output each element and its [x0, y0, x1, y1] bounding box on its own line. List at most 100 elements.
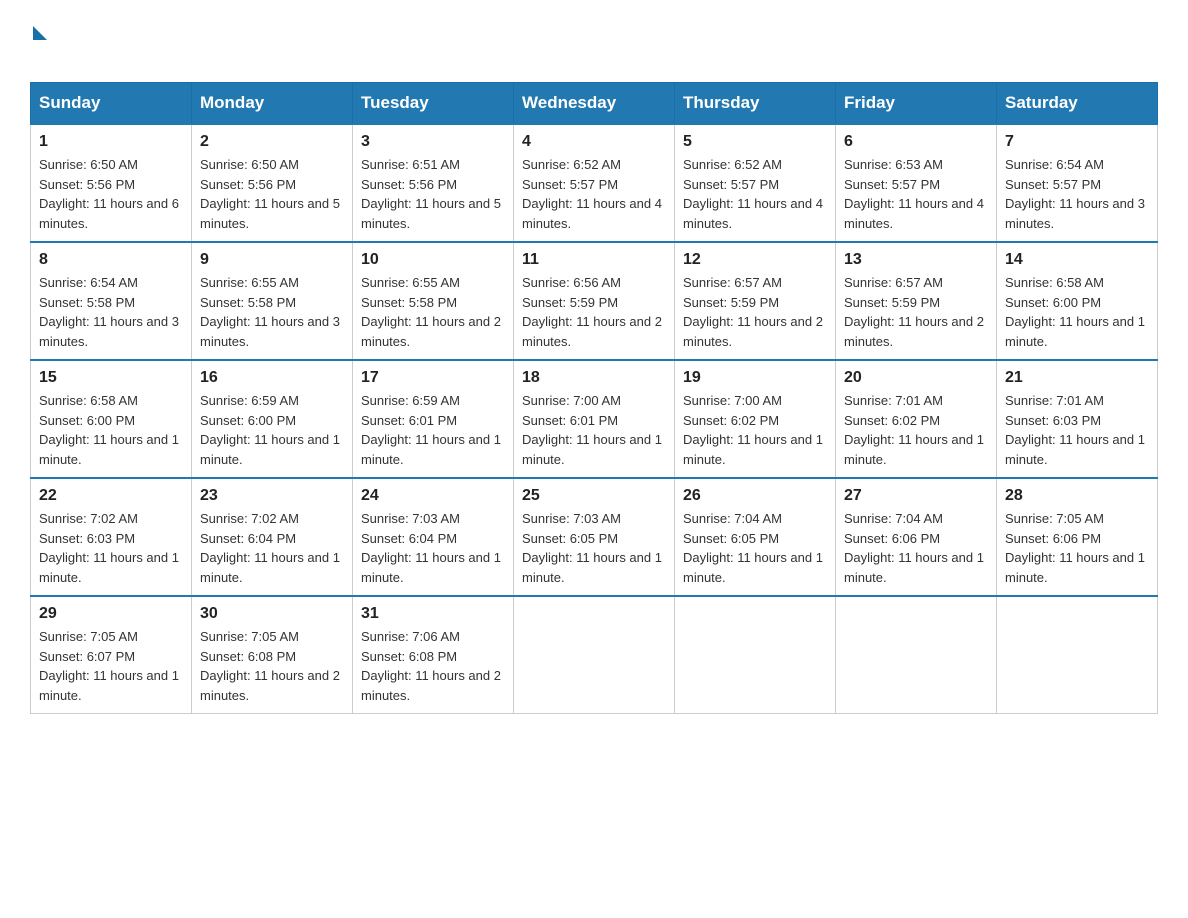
calendar-cell: 30 Sunrise: 7:05 AMSunset: 6:08 PMDaylig…: [192, 596, 353, 714]
day-header-tuesday: Tuesday: [353, 83, 514, 125]
day-info: Sunrise: 6:52 AMSunset: 5:57 PMDaylight:…: [683, 157, 823, 231]
day-header-saturday: Saturday: [997, 83, 1158, 125]
calendar-week-row: 22 Sunrise: 7:02 AMSunset: 6:03 PMDaylig…: [31, 478, 1158, 596]
calendar-cell: 8 Sunrise: 6:54 AMSunset: 5:58 PMDayligh…: [31, 242, 192, 360]
calendar-cell: 28 Sunrise: 7:05 AMSunset: 6:06 PMDaylig…: [997, 478, 1158, 596]
calendar-cell: [997, 596, 1158, 714]
calendar-cell: 9 Sunrise: 6:55 AMSunset: 5:58 PMDayligh…: [192, 242, 353, 360]
calendar-cell: 25 Sunrise: 7:03 AMSunset: 6:05 PMDaylig…: [514, 478, 675, 596]
calendar-cell: [675, 596, 836, 714]
day-info: Sunrise: 6:50 AMSunset: 5:56 PMDaylight:…: [200, 157, 340, 231]
day-number: 4: [522, 133, 666, 151]
calendar-header-row: SundayMondayTuesdayWednesdayThursdayFrid…: [31, 83, 1158, 125]
day-info: Sunrise: 7:01 AMSunset: 6:03 PMDaylight:…: [1005, 393, 1145, 467]
day-number: 29: [39, 605, 183, 623]
calendar-week-row: 1 Sunrise: 6:50 AMSunset: 5:56 PMDayligh…: [31, 124, 1158, 242]
day-info: Sunrise: 6:55 AMSunset: 5:58 PMDaylight:…: [200, 275, 340, 349]
day-number: 21: [1005, 369, 1149, 387]
day-number: 17: [361, 369, 505, 387]
day-number: 28: [1005, 487, 1149, 505]
calendar-cell: 6 Sunrise: 6:53 AMSunset: 5:57 PMDayligh…: [836, 124, 997, 242]
day-number: 8: [39, 251, 183, 269]
day-info: Sunrise: 7:02 AMSunset: 6:04 PMDaylight:…: [200, 511, 340, 585]
day-info: Sunrise: 7:01 AMSunset: 6:02 PMDaylight:…: [844, 393, 984, 467]
day-number: 16: [200, 369, 344, 387]
calendar-table: SundayMondayTuesdayWednesdayThursdayFrid…: [30, 82, 1158, 714]
calendar-cell: 23 Sunrise: 7:02 AMSunset: 6:04 PMDaylig…: [192, 478, 353, 596]
calendar-week-row: 15 Sunrise: 6:58 AMSunset: 6:00 PMDaylig…: [31, 360, 1158, 478]
day-info: Sunrise: 6:57 AMSunset: 5:59 PMDaylight:…: [844, 275, 984, 349]
calendar-cell: 18 Sunrise: 7:00 AMSunset: 6:01 PMDaylig…: [514, 360, 675, 478]
day-number: 10: [361, 251, 505, 269]
day-number: 30: [200, 605, 344, 623]
day-number: 31: [361, 605, 505, 623]
day-header-sunday: Sunday: [31, 83, 192, 125]
calendar-cell: 4 Sunrise: 6:52 AMSunset: 5:57 PMDayligh…: [514, 124, 675, 242]
day-number: 27: [844, 487, 988, 505]
day-info: Sunrise: 6:57 AMSunset: 5:59 PMDaylight:…: [683, 275, 823, 349]
calendar-cell: [514, 596, 675, 714]
day-info: Sunrise: 7:05 AMSunset: 6:08 PMDaylight:…: [200, 629, 340, 703]
calendar-cell: 7 Sunrise: 6:54 AMSunset: 5:57 PMDayligh…: [997, 124, 1158, 242]
day-number: 6: [844, 133, 988, 151]
day-number: 12: [683, 251, 827, 269]
day-info: Sunrise: 6:54 AMSunset: 5:57 PMDaylight:…: [1005, 157, 1145, 231]
calendar-cell: 10 Sunrise: 6:55 AMSunset: 5:58 PMDaylig…: [353, 242, 514, 360]
day-number: 22: [39, 487, 183, 505]
day-header-monday: Monday: [192, 83, 353, 125]
calendar-cell: 16 Sunrise: 6:59 AMSunset: 6:00 PMDaylig…: [192, 360, 353, 478]
day-info: Sunrise: 7:00 AMSunset: 6:02 PMDaylight:…: [683, 393, 823, 467]
calendar-cell: 2 Sunrise: 6:50 AMSunset: 5:56 PMDayligh…: [192, 124, 353, 242]
day-header-friday: Friday: [836, 83, 997, 125]
day-number: 25: [522, 487, 666, 505]
calendar-cell: 17 Sunrise: 6:59 AMSunset: 6:01 PMDaylig…: [353, 360, 514, 478]
calendar-cell: 14 Sunrise: 6:58 AMSunset: 6:00 PMDaylig…: [997, 242, 1158, 360]
day-info: Sunrise: 7:06 AMSunset: 6:08 PMDaylight:…: [361, 629, 501, 703]
day-number: 9: [200, 251, 344, 269]
day-info: Sunrise: 6:59 AMSunset: 6:01 PMDaylight:…: [361, 393, 501, 467]
calendar-cell: 21 Sunrise: 7:01 AMSunset: 6:03 PMDaylig…: [997, 360, 1158, 478]
day-info: Sunrise: 7:02 AMSunset: 6:03 PMDaylight:…: [39, 511, 179, 585]
header: G: [30, 20, 1158, 66]
day-number: 5: [683, 133, 827, 151]
calendar-cell: 26 Sunrise: 7:04 AMSunset: 6:05 PMDaylig…: [675, 478, 836, 596]
calendar-cell: 1 Sunrise: 6:50 AMSunset: 5:56 PMDayligh…: [31, 124, 192, 242]
calendar-week-row: 29 Sunrise: 7:05 AMSunset: 6:07 PMDaylig…: [31, 596, 1158, 714]
day-number: 11: [522, 251, 666, 269]
day-number: 26: [683, 487, 827, 505]
day-info: Sunrise: 6:55 AMSunset: 5:58 PMDaylight:…: [361, 275, 501, 349]
day-info: Sunrise: 7:05 AMSunset: 6:06 PMDaylight:…: [1005, 511, 1145, 585]
day-number: 14: [1005, 251, 1149, 269]
day-info: Sunrise: 7:05 AMSunset: 6:07 PMDaylight:…: [39, 629, 179, 703]
day-info: Sunrise: 7:04 AMSunset: 6:06 PMDaylight:…: [844, 511, 984, 585]
calendar-cell: 12 Sunrise: 6:57 AMSunset: 5:59 PMDaylig…: [675, 242, 836, 360]
day-number: 13: [844, 251, 988, 269]
day-number: 18: [522, 369, 666, 387]
day-header-wednesday: Wednesday: [514, 83, 675, 125]
day-info: Sunrise: 7:03 AMSunset: 6:04 PMDaylight:…: [361, 511, 501, 585]
calendar-cell: 19 Sunrise: 7:00 AMSunset: 6:02 PMDaylig…: [675, 360, 836, 478]
day-number: 3: [361, 133, 505, 151]
calendar-cell: 22 Sunrise: 7:02 AMSunset: 6:03 PMDaylig…: [31, 478, 192, 596]
day-number: 7: [1005, 133, 1149, 151]
day-number: 15: [39, 369, 183, 387]
day-number: 19: [683, 369, 827, 387]
calendar-cell: 27 Sunrise: 7:04 AMSunset: 6:06 PMDaylig…: [836, 478, 997, 596]
day-header-thursday: Thursday: [675, 83, 836, 125]
day-number: 2: [200, 133, 344, 151]
calendar-cell: 31 Sunrise: 7:06 AMSunset: 6:08 PMDaylig…: [353, 596, 514, 714]
calendar-cell: 5 Sunrise: 6:52 AMSunset: 5:57 PMDayligh…: [675, 124, 836, 242]
day-info: Sunrise: 6:52 AMSunset: 5:57 PMDaylight:…: [522, 157, 662, 231]
day-info: Sunrise: 7:03 AMSunset: 6:05 PMDaylight:…: [522, 511, 662, 585]
day-info: Sunrise: 6:59 AMSunset: 6:00 PMDaylight:…: [200, 393, 340, 467]
day-info: Sunrise: 6:54 AMSunset: 5:58 PMDaylight:…: [39, 275, 179, 349]
calendar-cell: 3 Sunrise: 6:51 AMSunset: 5:56 PMDayligh…: [353, 124, 514, 242]
day-number: 24: [361, 487, 505, 505]
day-info: Sunrise: 6:56 AMSunset: 5:59 PMDaylight:…: [522, 275, 662, 349]
calendar-cell: 15 Sunrise: 6:58 AMSunset: 6:00 PMDaylig…: [31, 360, 192, 478]
day-info: Sunrise: 7:00 AMSunset: 6:01 PMDaylight:…: [522, 393, 662, 467]
calendar-cell: 11 Sunrise: 6:56 AMSunset: 5:59 PMDaylig…: [514, 242, 675, 360]
day-info: Sunrise: 6:51 AMSunset: 5:56 PMDaylight:…: [361, 157, 501, 231]
calendar-cell: 29 Sunrise: 7:05 AMSunset: 6:07 PMDaylig…: [31, 596, 192, 714]
day-number: 23: [200, 487, 344, 505]
